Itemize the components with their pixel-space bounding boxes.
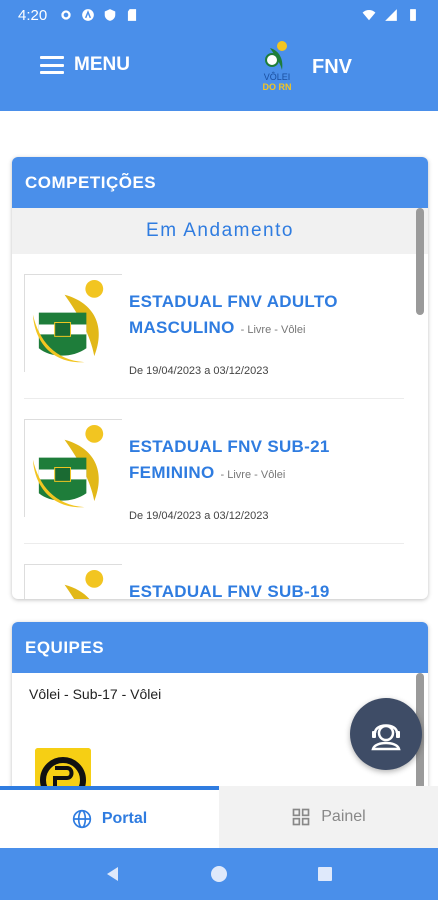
competition-title-line1: ESTADUAL FNV SUB-19	[129, 582, 330, 599]
competition-title-line2: MASCULINO	[129, 318, 235, 337]
recents-icon[interactable]	[316, 865, 334, 883]
settings-icon	[61, 10, 71, 20]
competition-logo	[24, 274, 122, 372]
support-button[interactable]	[350, 698, 422, 770]
svg-text:VÔLEI: VÔLEI	[264, 72, 291, 82]
competition-item[interactable]: ESTADUAL FNV SUB-19	[24, 544, 404, 599]
battery-icon	[410, 9, 416, 21]
competition-dates: De 19/04/2023 a 03/12/2023	[129, 510, 269, 522]
tab-painel-label: Painel	[321, 808, 366, 825]
volei-rn-logo: VÔLEI DO RN	[263, 41, 292, 92]
competition-list[interactable]: ESTADUAL FNV ADULTO MASCULINO - Livre - V…	[12, 254, 416, 599]
in-progress-subheader: Em Andamento	[12, 208, 428, 254]
competition-tag: - Livre - Vôlei	[240, 324, 306, 336]
competition-title-line1: ESTADUAL FNV ADULTO	[129, 292, 338, 311]
teams-header: EQUIPES	[12, 622, 428, 673]
grid-icon	[292, 808, 310, 826]
tab-painel[interactable]: Painel	[219, 786, 438, 848]
competition-dates: De 19/04/2023 a 03/12/2023	[129, 365, 269, 377]
competition-title-line1: ESTADUAL FNV SUB-21	[129, 437, 330, 456]
menu-button[interactable]: MENU	[40, 54, 130, 76]
a-icon	[82, 9, 95, 21]
hamburger-icon	[40, 56, 64, 74]
support-agent-icon	[371, 724, 401, 751]
app-bar: 4:20 MENU VÔLEI DO RN FNV	[0, 0, 438, 111]
bottom-navigation: Portal Painel	[0, 786, 438, 848]
brand-title: FNV	[312, 56, 352, 78]
competition-item[interactable]: ESTADUAL FNV ADULTO MASCULINO - Livre - V…	[24, 254, 404, 399]
competitions-scrollbar[interactable]	[416, 208, 424, 315]
team-category[interactable]: Vôlei - Sub-17 - Vôlei	[29, 686, 161, 702]
wifi-icon	[362, 10, 376, 21]
back-icon[interactable]	[104, 865, 122, 883]
status-time: 4:20	[18, 6, 48, 24]
competitions-card: COMPETIÇÕES Em Andamento ESTADUAL FNV AD…	[12, 157, 428, 599]
home-icon[interactable]	[210, 865, 228, 883]
competition-logo	[24, 564, 122, 599]
system-navigation-bar	[0, 848, 438, 900]
svg-text:DO RN: DO RN	[263, 82, 292, 92]
tab-portal[interactable]: Portal	[0, 786, 219, 848]
competition-title[interactable]: ESTADUAL FNV SUB-21 FEMININO - Livre - Vô…	[129, 434, 349, 488]
competition-title[interactable]: ESTADUAL FNV ADULTO MASCULINO - Livre - V…	[129, 289, 349, 343]
status-bar: 4:20	[0, 0, 438, 30]
signal-icon	[385, 9, 397, 21]
shield-icon	[104, 9, 116, 21]
competition-title-line2: FEMININO	[129, 463, 215, 482]
competition-title[interactable]: ESTADUAL FNV SUB-19	[129, 579, 349, 599]
tab-portal-label: Portal	[101, 810, 148, 827]
menu-label: MENU	[74, 54, 130, 75]
competition-tag: - Livre - Vôlei	[220, 469, 286, 481]
competition-logo	[24, 419, 122, 517]
sd-card-icon	[128, 9, 137, 21]
globe-icon	[72, 809, 91, 829]
competitions-header: COMPETIÇÕES	[12, 157, 428, 208]
competition-item[interactable]: ESTADUAL FNV SUB-21 FEMININO - Livre - Vô…	[24, 399, 404, 544]
